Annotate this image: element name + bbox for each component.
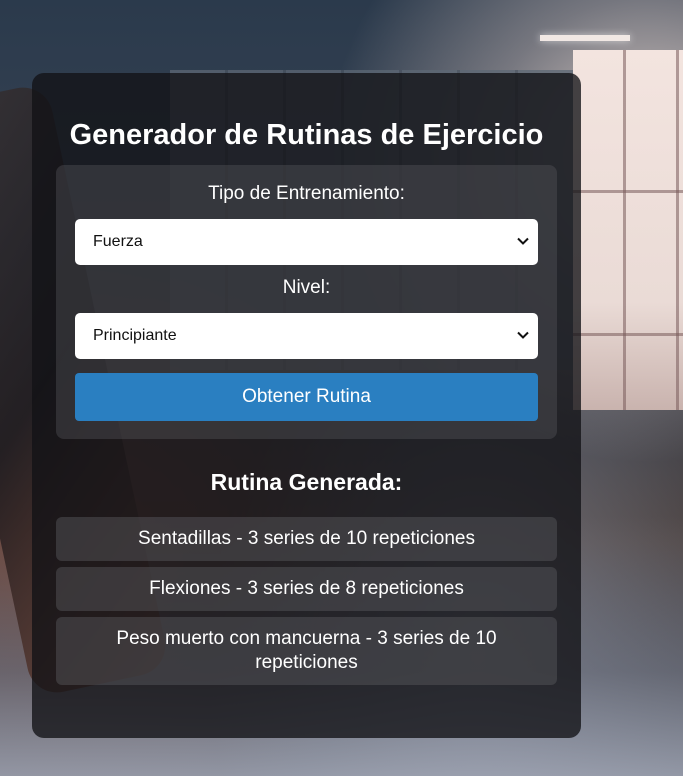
routine-form: Tipo de Entrenamiento: Fuerza Nivel: Pri…: [56, 165, 557, 439]
level-select[interactable]: Principiante: [75, 313, 538, 359]
page-title: Generador de Rutinas de Ejercicio: [69, 119, 544, 151]
training-type-selected-value: Fuerza: [93, 233, 143, 250]
get-routine-button[interactable]: Obtener Rutina: [75, 373, 538, 421]
chevron-down-icon: [517, 237, 529, 245]
level-label: Nivel:: [282, 277, 331, 298]
training-type-label: Tipo de Entrenamiento:: [208, 183, 405, 204]
level-selected-value: Principiante: [93, 327, 177, 344]
generated-routine-heading: Rutina Generada:: [210, 469, 403, 495]
background-ceiling-light: [540, 35, 630, 41]
page: Generador de Rutinas de Ejercicio Tipo d…: [0, 0, 683, 776]
training-type-select[interactable]: Fuerza: [75, 219, 538, 265]
routine-item: Peso muerto con mancuerna - 3 series de …: [56, 617, 557, 685]
routine-item: Flexiones - 3 series de 8 repeticiones: [56, 567, 557, 611]
routine-list: Sentadillas - 3 series de 10 repeticione…: [56, 517, 557, 685]
routine-generator-card: Generador de Rutinas de Ejercicio Tipo d…: [32, 73, 581, 738]
chevron-down-icon: [517, 331, 529, 339]
routine-item: Sentadillas - 3 series de 10 repeticione…: [56, 517, 557, 561]
background-window: [573, 50, 683, 410]
